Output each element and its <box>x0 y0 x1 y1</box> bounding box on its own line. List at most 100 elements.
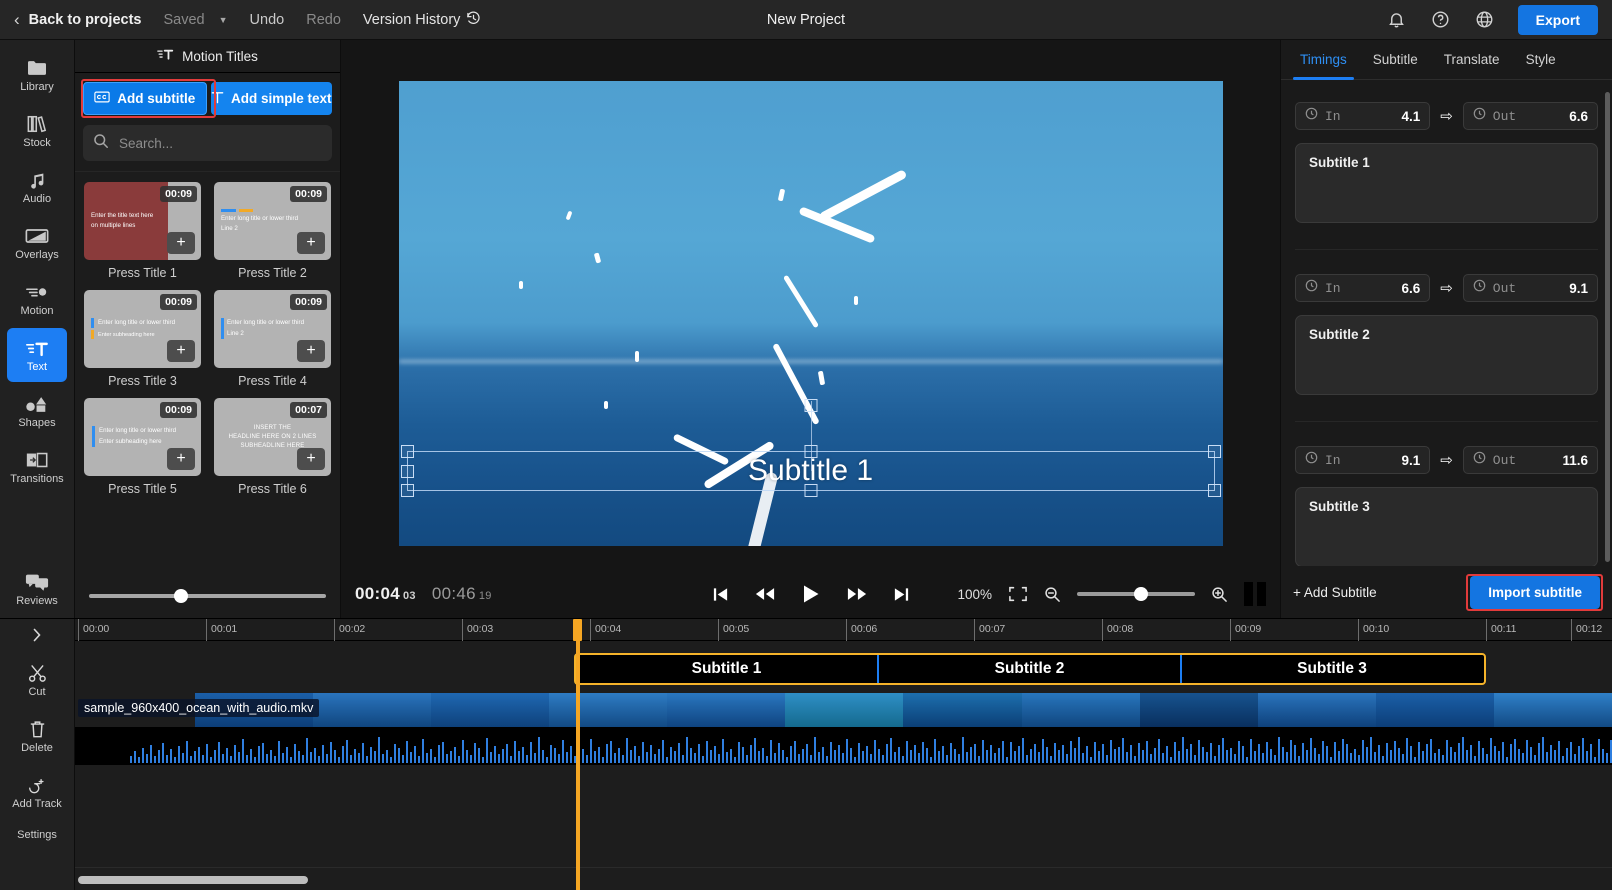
help-icon[interactable] <box>1430 9 1452 31</box>
out-time-field[interactable]: Out 9.1 <box>1462 274 1599 302</box>
in-time-field[interactable]: In 9.1 <box>1295 446 1431 474</box>
add-simple-text-button[interactable]: Add simple text <box>210 82 332 115</box>
in-value: 6.6 <box>1401 280 1421 296</box>
jump-to-start-button[interactable] <box>712 586 729 603</box>
bell-icon[interactable] <box>1386 9 1408 31</box>
timeline-tool-cut[interactable]: Cut <box>7 653 67 707</box>
template-line-2: Line 2 <box>221 225 238 232</box>
import-subtitle-button[interactable]: Import subtitle <box>1470 575 1600 609</box>
subtitle-clip-2[interactable]: Subtitle 2 <box>879 655 1182 683</box>
zoom-level-label[interactable]: 100% <box>957 587 992 602</box>
thumbnail-size-slider[interactable] <box>89 587 326 605</box>
timeline-tool-add-track[interactable]: Add Track <box>7 765 67 819</box>
history-clock-icon[interactable] <box>466 10 481 29</box>
export-button[interactable]: Export <box>1517 4 1598 35</box>
back-chevron-icon[interactable]: ‹ <box>14 11 20 28</box>
top-toolbar-right: Export <box>1386 4 1612 35</box>
template-card-1[interactable]: 00:09 Enter the title text here on multi… <box>83 182 202 280</box>
template-card-3[interactable]: 00:09 Enter long title or lower third En… <box>83 290 202 388</box>
anchor-handle[interactable] <box>804 398 817 412</box>
resize-handle-left[interactable] <box>400 444 414 458</box>
add-subtitle-link[interactable]: + Add Subtitle <box>1293 585 1377 600</box>
version-history-button[interactable]: Version History <box>363 12 461 28</box>
sidebar-item-shapes[interactable]: Shapes <box>7 384 67 438</box>
subtitle-clip-group[interactable]: Subtitle 1 Subtitle 2 Subtitle 3 <box>574 653 1486 685</box>
resize-handle-right[interactable] <box>1207 444 1221 458</box>
fit-to-screen-icon[interactable] <box>1008 585 1028 603</box>
inspector-scrollbar[interactable] <box>1605 92 1610 562</box>
in-time-field[interactable]: In 6.6 <box>1295 274 1431 302</box>
tab-timings[interactable]: Timings <box>1287 40 1360 80</box>
timeline-canvas[interactable]: 00:00 00:01 00:02 00:03 00:04 00:05 00:0… <box>75 619 1612 890</box>
expand-tools-button[interactable] <box>7 619 67 651</box>
tab-style[interactable]: Style <box>1513 40 1569 79</box>
sidebar-item-reviews[interactable]: Reviews <box>7 562 67 616</box>
split-view-icon[interactable] <box>1244 582 1266 606</box>
resize-handle-right-bottom[interactable] <box>1207 483 1221 497</box>
jump-to-end-button[interactable] <box>893 586 910 603</box>
fast-forward-button[interactable] <box>847 586 867 602</box>
undo-button[interactable]: Undo <box>250 12 285 28</box>
rewind-button[interactable] <box>755 586 775 602</box>
back-to-projects-button[interactable]: Back to projects <box>29 12 142 28</box>
template-card-2[interactable]: 00:09 Enter long title or lower third Li… <box>213 182 332 280</box>
sidebar-item-motion[interactable]: Motion <box>7 272 67 326</box>
template-grid-scroll[interactable]: 00:09 Enter the title text here on multi… <box>75 171 340 577</box>
template-add-icon[interactable]: + <box>167 448 195 470</box>
playhead-handle[interactable] <box>573 619 582 641</box>
timeline-tool-delete[interactable]: Delete <box>7 709 67 763</box>
audio-track[interactable] <box>75 727 1612 765</box>
subtitle-text-input[interactable]: Subtitle 2 <box>1295 315 1598 395</box>
template-card-6[interactable]: 00:07 INSERT THE HEADLINE HERE ON 2 LINE… <box>213 398 332 496</box>
globe-icon[interactable] <box>1474 9 1496 31</box>
template-add-icon[interactable]: + <box>297 232 325 254</box>
zoom-in-icon[interactable] <box>1211 586 1228 603</box>
out-time-field[interactable]: Out 6.6 <box>1462 102 1599 130</box>
tab-translate[interactable]: Translate <box>1431 40 1513 79</box>
trash-icon <box>29 718 46 740</box>
subtitle-clip-1[interactable]: Subtitle 1 <box>576 655 879 683</box>
video-canvas[interactable]: Subtitle 1 <box>398 80 1223 546</box>
out-value: 11.6 <box>1562 452 1589 468</box>
play-button[interactable] <box>801 584 821 604</box>
playhead[interactable] <box>576 641 580 890</box>
template-add-icon[interactable]: + <box>297 340 325 362</box>
timeline-ruler[interactable]: 00:00 00:01 00:02 00:03 00:04 00:05 00:0… <box>75 619 1612 641</box>
resize-handle-left-mid[interactable] <box>400 464 414 478</box>
template-add-icon[interactable]: + <box>167 232 195 254</box>
search-input[interactable] <box>119 135 322 151</box>
template-card-5[interactable]: 00:09 Enter long title or lower third En… <box>83 398 202 496</box>
chevron-down-icon[interactable]: ▼ <box>219 15 228 25</box>
subtitle-text-input[interactable]: Subtitle 1 <box>1295 143 1598 223</box>
template-grid: 00:09 Enter the title text here on multi… <box>83 182 332 496</box>
resize-handle-bottom-center[interactable] <box>804 483 817 497</box>
zoom-slider-knob[interactable] <box>1133 587 1148 601</box>
in-time-field[interactable]: In 4.1 <box>1295 102 1431 130</box>
search-box[interactable] <box>83 125 332 161</box>
view-controls: 100% <box>957 582 1266 606</box>
out-time-field[interactable]: Out 11.6 <box>1462 446 1599 474</box>
template-add-icon[interactable]: + <box>297 448 325 470</box>
timeline-tool-settings[interactable]: Settings <box>7 821 67 849</box>
timeline-horizontal-scrollbar[interactable] <box>75 876 1612 884</box>
add-subtitle-button[interactable]: Add subtitle <box>83 82 207 115</box>
template-add-icon[interactable]: + <box>167 340 195 362</box>
sidebar-item-audio[interactable]: Audio <box>7 160 67 214</box>
slider-knob[interactable] <box>174 589 189 603</box>
redo-button[interactable]: Redo <box>306 12 341 28</box>
template-duration: 00:09 <box>290 294 327 310</box>
subtitle-clip-3[interactable]: Subtitle 3 <box>1182 655 1482 683</box>
sidebar-item-stock[interactable]: Stock <box>7 104 67 158</box>
timeline-zoom-slider[interactable] <box>1077 587 1195 601</box>
sidebar-item-transitions[interactable]: Transitions <box>7 440 67 494</box>
resize-handle-left-bottom[interactable] <box>400 483 414 497</box>
subtitle-text-input[interactable]: Subtitle 3 <box>1295 487 1598 566</box>
video-track[interactable]: sample_960x400_ocean_with_audio.mkv <box>75 693 1612 727</box>
sidebar-item-overlays[interactable]: Overlays <box>7 216 67 270</box>
sidebar-item-text[interactable]: Text <box>7 328 67 382</box>
template-card-4[interactable]: 00:09 Enter long title or lower third Li… <box>213 290 332 388</box>
scrollbar-thumb[interactable] <box>78 876 308 884</box>
tab-subtitle[interactable]: Subtitle <box>1360 40 1431 79</box>
zoom-out-icon[interactable] <box>1044 586 1061 603</box>
sidebar-item-library[interactable]: Library <box>7 48 67 102</box>
